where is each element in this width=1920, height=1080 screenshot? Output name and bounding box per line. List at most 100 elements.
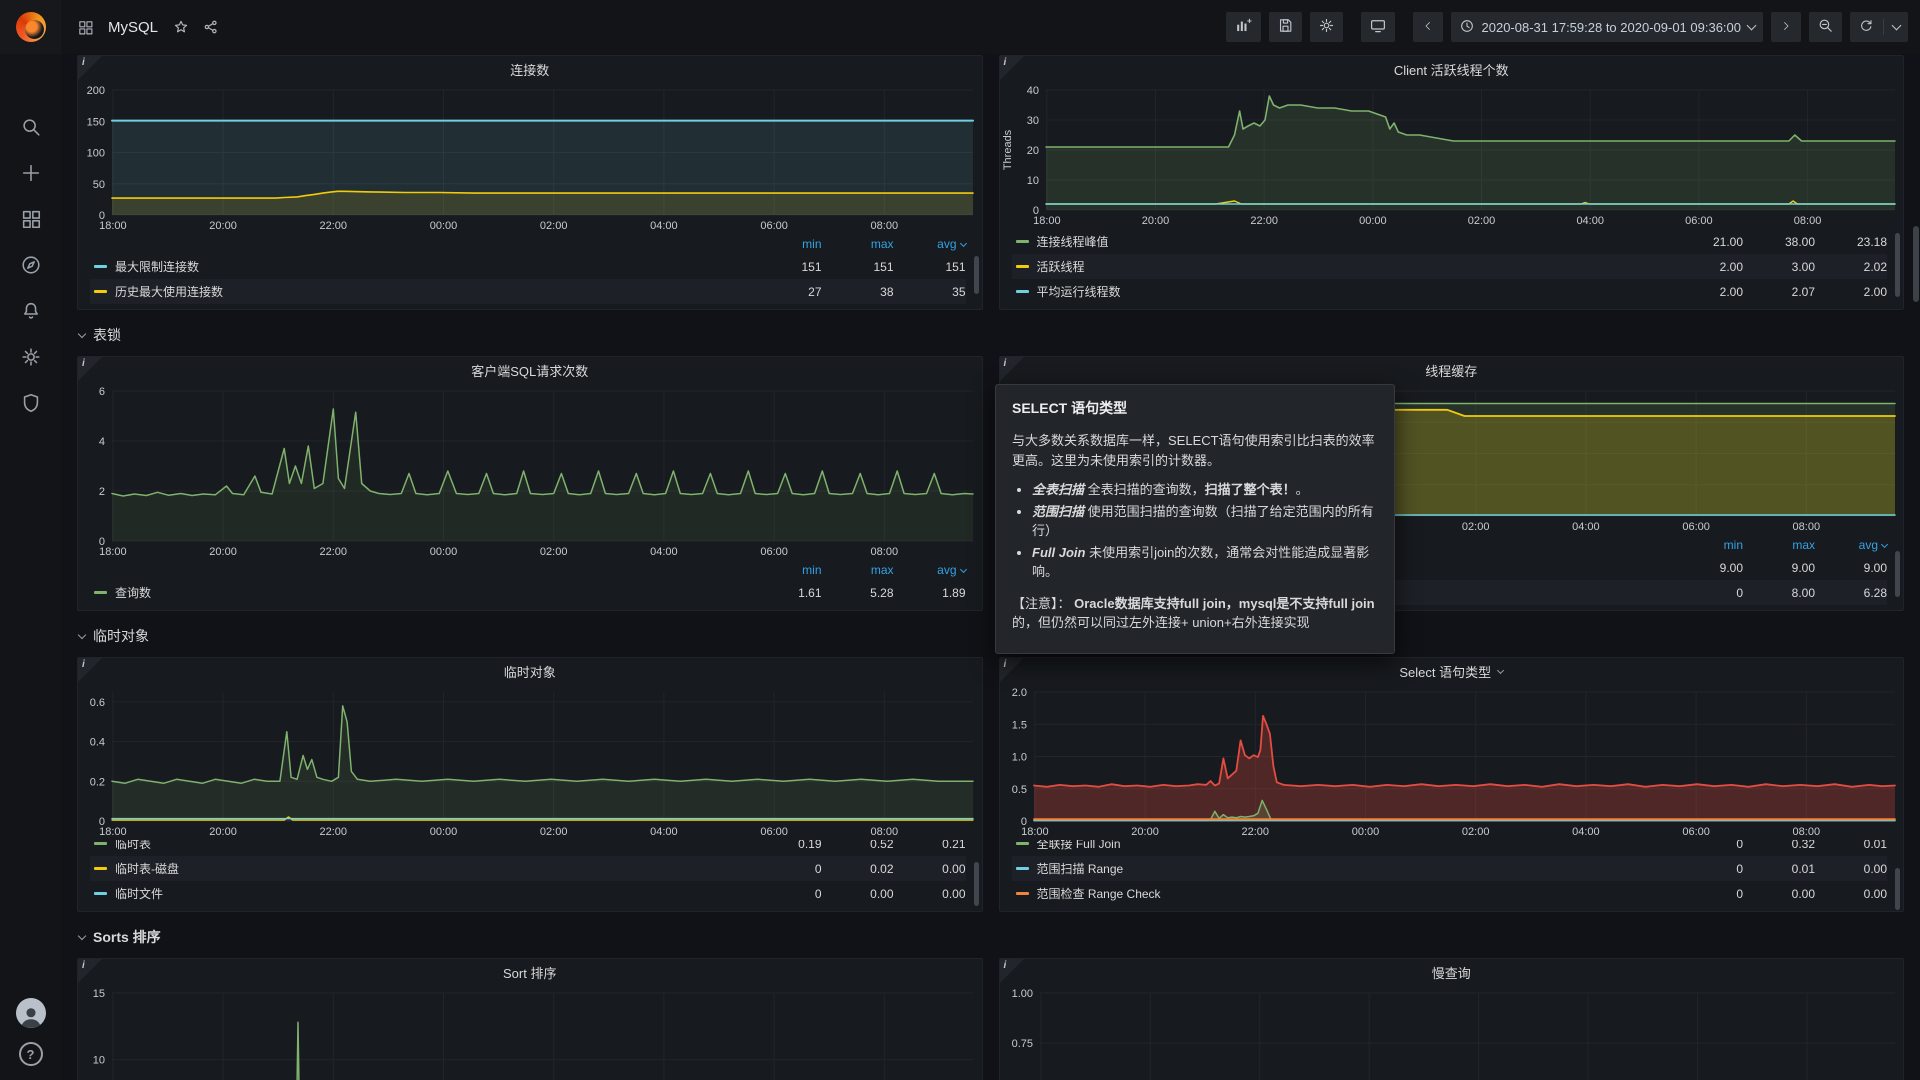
timeseries-chart[interactable]: 00.51.01.52.018:0020:0022:0000:0002:0004… bbox=[1000, 684, 1904, 840]
panel-title[interactable]: 连接数 bbox=[78, 56, 982, 82]
legend-scrollbar[interactable] bbox=[1895, 551, 1900, 597]
svg-text:+: + bbox=[1246, 16, 1251, 26]
legend-header-avg[interactable]: avg bbox=[894, 563, 966, 577]
svg-text:00:00: 00:00 bbox=[1351, 826, 1379, 838]
help-icon[interactable]: ? bbox=[19, 1042, 43, 1066]
series-label[interactable]: 平均运行线程数 bbox=[1037, 283, 1672, 300]
legend-scrollbar[interactable] bbox=[974, 862, 979, 906]
series-label[interactable]: 范围检查 Range Check bbox=[1037, 885, 1672, 902]
legend-scrollbar[interactable] bbox=[1895, 868, 1900, 910]
timeseries-chart[interactable]: 00.250.500.751.0018:0020:0022:0000:0002:… bbox=[1000, 985, 1904, 1080]
panel-info-icon[interactable]: i bbox=[78, 959, 102, 983]
legend-header-min[interactable]: min bbox=[750, 563, 822, 577]
legend-header-min[interactable]: min bbox=[750, 237, 822, 251]
legend-header-max[interactable]: max bbox=[822, 563, 894, 577]
series-min: 0 bbox=[1671, 586, 1743, 600]
panel-info-icon[interactable]: i bbox=[1000, 658, 1024, 682]
panel-title[interactable]: Client 活跃线程个数 bbox=[1000, 56, 1904, 82]
legend-header-max[interactable]: max bbox=[822, 237, 894, 251]
time-back-button[interactable] bbox=[1413, 12, 1443, 42]
zoom-out-button[interactable] bbox=[1809, 12, 1842, 42]
series-label[interactable]: 临时表 bbox=[115, 840, 750, 852]
legend-header-avg[interactable]: avg bbox=[894, 237, 966, 251]
dashboard-title[interactable]: MySQL bbox=[108, 19, 158, 36]
panel-title[interactable]: 临时对象 bbox=[78, 658, 982, 684]
section-header-table-locks[interactable]: 表锁 bbox=[79, 320, 1904, 350]
save-dashboard-button[interactable] bbox=[1269, 12, 1302, 42]
legend-header-max[interactable]: max bbox=[1743, 538, 1815, 552]
panel-title[interactable]: Sort 排序 bbox=[78, 959, 982, 985]
timeseries-chart[interactable]: 024618:0020:0022:0000:0002:0004:0006:000… bbox=[78, 383, 982, 560]
panel-info-icon[interactable]: i bbox=[78, 658, 102, 682]
star-icon[interactable] bbox=[170, 16, 192, 38]
cycle-view-mode-button[interactable] bbox=[1361, 12, 1395, 42]
share-icon[interactable] bbox=[200, 16, 222, 38]
section-header-temp-objects[interactable]: 临时对象 bbox=[79, 621, 1904, 651]
panel-title[interactable]: 线程缓存 bbox=[1000, 357, 1904, 383]
sidebar-item-dashboards[interactable] bbox=[19, 208, 43, 232]
tooltip-paragraph: 与大多数关系数据库一样，SELECT语句使用索引比扫表的效率更高。这里为未使用索… bbox=[1012, 431, 1378, 470]
dashboard-grid-icon[interactable] bbox=[75, 17, 96, 38]
panel-info-icon[interactable]: i bbox=[1000, 56, 1024, 80]
refresh-button[interactable] bbox=[1850, 12, 1908, 42]
legend-scrollbar[interactable] bbox=[1895, 233, 1900, 297]
section-header-sorts[interactable]: Sorts 排序 bbox=[79, 922, 1904, 952]
series-label[interactable]: 全联接 Full Join bbox=[1037, 840, 1672, 852]
user-avatar[interactable] bbox=[16, 998, 46, 1028]
page-scrollbar[interactable] bbox=[1913, 226, 1919, 302]
time-forward-button[interactable] bbox=[1771, 12, 1801, 42]
panel-title[interactable]: Select 语句类型 bbox=[1000, 658, 1904, 684]
svg-text:50: 50 bbox=[93, 179, 105, 191]
panel-info-icon[interactable]: i bbox=[78, 357, 102, 381]
timeseries-chart[interactable]: 01020304018:0020:0022:0000:0002:0004:000… bbox=[1000, 82, 1904, 229]
svg-text:04:00: 04:00 bbox=[650, 546, 678, 558]
dashboard-settings-button[interactable] bbox=[1310, 12, 1343, 42]
time-range-picker[interactable]: 2020-08-31 17:59:28 to 2020-09-01 09:36:… bbox=[1451, 12, 1764, 42]
legend-header-min[interactable]: min bbox=[1671, 538, 1743, 552]
series-label[interactable]: 查询数 bbox=[115, 584, 750, 601]
sidebar-item-explore[interactable] bbox=[19, 254, 43, 278]
topbar: MySQL + 2020-08-31 17:59:28 to 2020-09-0… bbox=[61, 0, 1920, 54]
panel-row-1: i 连接数 05010015020018:0020:0022:0000:0002… bbox=[77, 55, 1904, 310]
series-min: 0 bbox=[1671, 862, 1743, 876]
legend-row: 临时表-磁盘 0 0.02 0.00 bbox=[90, 856, 966, 881]
svg-text:06:00: 06:00 bbox=[1682, 521, 1710, 533]
svg-text:02:00: 02:00 bbox=[1461, 826, 1489, 838]
panel-title[interactable]: 客户端SQL请求次数 bbox=[78, 357, 982, 383]
add-panel-button[interactable]: + bbox=[1226, 12, 1261, 42]
series-label[interactable]: 历史最大使用连接数 bbox=[115, 283, 750, 300]
series-label[interactable]: 连接线程峰值 bbox=[1037, 233, 1672, 250]
panel-info-icon[interactable]: i bbox=[1000, 357, 1024, 381]
time-range-label: 2020-08-31 17:59:28 to 2020-09-01 09:36:… bbox=[1482, 20, 1742, 35]
svg-text:08:00: 08:00 bbox=[1792, 826, 1820, 838]
sidebar-item-alerting[interactable] bbox=[19, 300, 43, 324]
series-label[interactable]: 临时表-磁盘 bbox=[115, 860, 750, 877]
legend: min max avg 查询数 1.61 5.28 1.89 bbox=[78, 560, 982, 610]
series-label[interactable]: 临时文件 bbox=[115, 885, 750, 902]
sidebar-item-create[interactable] bbox=[19, 162, 43, 186]
series-label[interactable]: 最大限制连接数 bbox=[115, 258, 750, 275]
series-label[interactable]: 范围扫描 Range bbox=[1037, 860, 1672, 877]
panel-info-icon[interactable]: i bbox=[1000, 959, 1024, 983]
sidebar-item-server-admin[interactable] bbox=[19, 392, 43, 416]
series-label[interactable]: 活跃线程 bbox=[1037, 258, 1672, 275]
sidebar-item-configuration[interactable] bbox=[19, 346, 43, 370]
legend-header-avg[interactable]: avg bbox=[1815, 538, 1887, 552]
panel-info-icon[interactable]: i bbox=[78, 56, 102, 80]
panel-menu-caret-icon bbox=[1497, 666, 1504, 673]
chevron-down-icon bbox=[78, 630, 86, 638]
timeseries-chart[interactable]: 00.20.40.618:0020:0022:0000:0002:0004:00… bbox=[78, 684, 982, 840]
panel-title[interactable]: 慢查询 bbox=[1000, 959, 1904, 985]
legend-scrollbar[interactable] bbox=[974, 256, 979, 294]
svg-text:02:00: 02:00 bbox=[1461, 521, 1489, 533]
timeseries-chart[interactable]: 05010015020018:0020:0022:0000:0002:0004:… bbox=[78, 82, 982, 234]
svg-text:04:00: 04:00 bbox=[650, 826, 678, 838]
legend-row: 最大限制连接数 151 151 151 bbox=[90, 254, 966, 279]
breadcrumb: MySQL bbox=[75, 16, 1226, 38]
sidebar-item-search[interactable] bbox=[19, 116, 43, 140]
grafana-logo[interactable] bbox=[0, 0, 61, 54]
grafana-app: ? MySQL + 2020-08-31 17:59:28 to 2020-09… bbox=[0, 0, 1920, 1080]
timeseries-chart[interactable]: 05101518:0020:0022:0000:0002:0004:0006:0… bbox=[78, 985, 982, 1080]
svg-text:20:00: 20:00 bbox=[209, 220, 237, 232]
series-max: 38 bbox=[822, 285, 894, 299]
